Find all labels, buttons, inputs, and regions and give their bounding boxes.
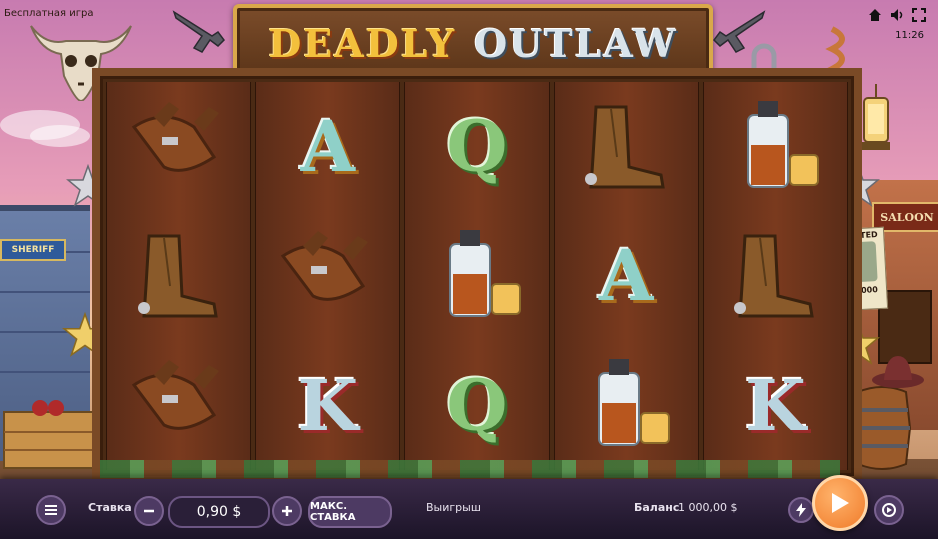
plus-icon: [282, 506, 292, 516]
sheriff-sign-text: SHERIFF: [11, 245, 55, 255]
sound-icon[interactable]: [890, 8, 904, 22]
reel-4: A: [553, 82, 699, 470]
lantern-icon: [862, 84, 890, 150]
symbol-q: Q: [446, 105, 508, 189]
boots-symbol-icon: [566, 92, 686, 202]
money-strip: [100, 460, 840, 478]
symbol-a: A: [300, 105, 355, 189]
dynamite-crate-icon: [3, 400, 101, 469]
whiskey-symbol-icon: [715, 92, 835, 202]
sheriff-sign: SHERIFF: [0, 239, 66, 261]
turbo-button[interactable]: [788, 497, 814, 523]
holster-symbol-icon: [268, 221, 388, 331]
play-icon: [832, 493, 849, 513]
cowboy-hat-icon: [872, 356, 924, 388]
holster-symbol-icon: [119, 350, 239, 460]
minus-icon: [144, 509, 154, 513]
bet-label: Ставка: [88, 501, 132, 514]
home-icon[interactable]: [868, 8, 882, 22]
reels: AKQQAK: [106, 82, 849, 470]
autoplay-button[interactable]: [874, 495, 904, 525]
whiskey-symbol-icon: [566, 350, 686, 460]
decrease-bet-button[interactable]: [134, 496, 164, 526]
symbol-a: A: [599, 234, 654, 318]
whiskey-symbol-icon: [417, 221, 537, 331]
title-word-deadly: DEADLY: [268, 20, 457, 66]
turbo-icon: [796, 503, 806, 517]
fullscreen-icon[interactable]: [912, 8, 926, 22]
reel-2: AK: [255, 82, 401, 470]
symbol-k: K: [744, 363, 806, 447]
reels-frame: AKQQAK: [92, 68, 862, 484]
menu-button[interactable]: [36, 495, 66, 525]
autoplay-icon: [882, 503, 896, 517]
symbol-q: Q: [446, 363, 508, 447]
max-bet-button[interactable]: МАКС. СТАВКА: [308, 496, 392, 528]
reel-1: [106, 82, 252, 470]
boots-symbol-icon: [119, 221, 239, 331]
top-icon-group: [868, 8, 926, 22]
revolver-left-icon: [172, 10, 225, 53]
increase-bet-button[interactable]: [272, 496, 302, 526]
clock: 11:26: [895, 30, 924, 41]
spin-button[interactable]: [812, 475, 868, 531]
cloud: [30, 125, 90, 147]
bet-value-display: 0,90 $: [168, 496, 270, 528]
title-word-outlaw: OUTLAW: [474, 20, 678, 66]
holster-symbol-icon: [119, 92, 239, 202]
bottom-bar: Ставка 0,90 $ МАКС. СТАВКА Выигрыш Балан…: [0, 475, 938, 539]
saloon-sign-text: SALOON: [880, 210, 934, 224]
symbol-k: K: [297, 363, 359, 447]
balance-label: Баланс: [634, 501, 680, 514]
free-game-label: Бесплатная игра: [4, 8, 94, 19]
win-label: Выигрыш: [426, 501, 481, 514]
balance-value: 1 000,00 $: [678, 501, 738, 514]
reel-5: K: [702, 82, 849, 470]
reel-3: QQ: [404, 82, 550, 470]
menu-icon: [45, 505, 57, 515]
boots-symbol-icon: [715, 221, 835, 331]
